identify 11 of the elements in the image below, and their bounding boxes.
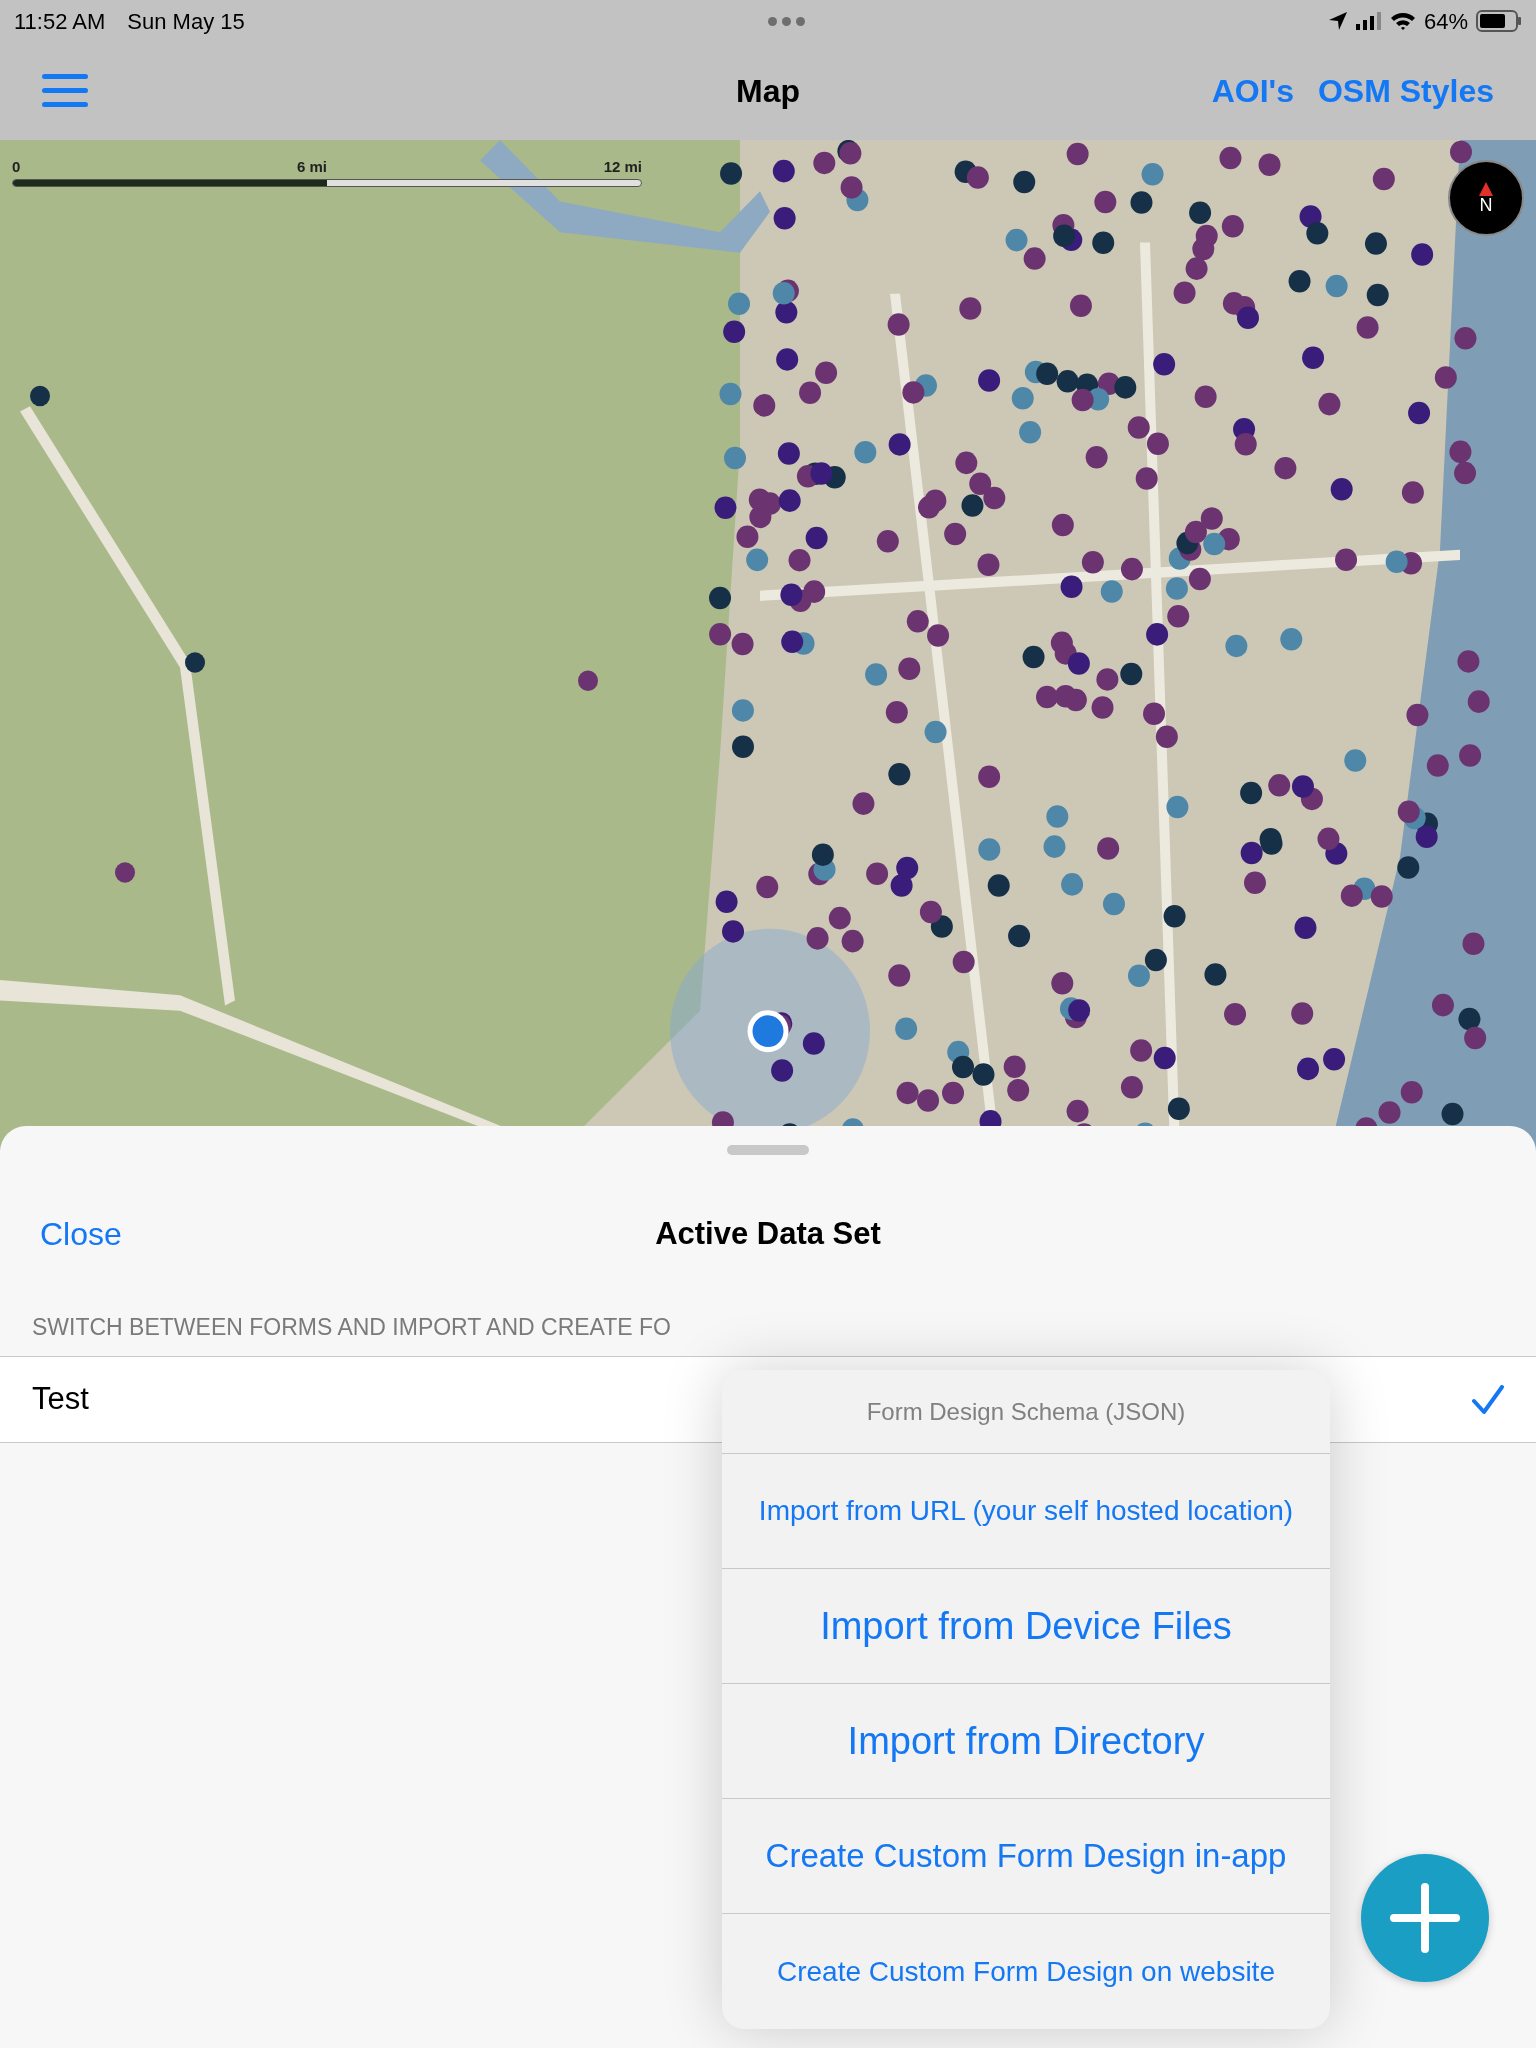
nav-title: Map bbox=[736, 72, 800, 111]
scale-label: 6 mi bbox=[297, 157, 327, 177]
section-header: SWITCH BETWEEN FORMS AND IMPORT AND CREATE FO bbox=[32, 1312, 671, 1342]
sheet-title: Active Data Set bbox=[655, 1214, 881, 1253]
scale-label: 0 bbox=[12, 157, 21, 177]
battery-percentage: 64% bbox=[1423, 7, 1468, 36]
status-date: Sun May 15 bbox=[127, 7, 245, 36]
status-time: 11:52 AM bbox=[14, 7, 106, 36]
compass-label: N bbox=[1479, 196, 1493, 214]
popover-title: Form Design Schema (JSON) bbox=[866, 1396, 1186, 1427]
scale-label: 12 mi bbox=[603, 157, 642, 177]
